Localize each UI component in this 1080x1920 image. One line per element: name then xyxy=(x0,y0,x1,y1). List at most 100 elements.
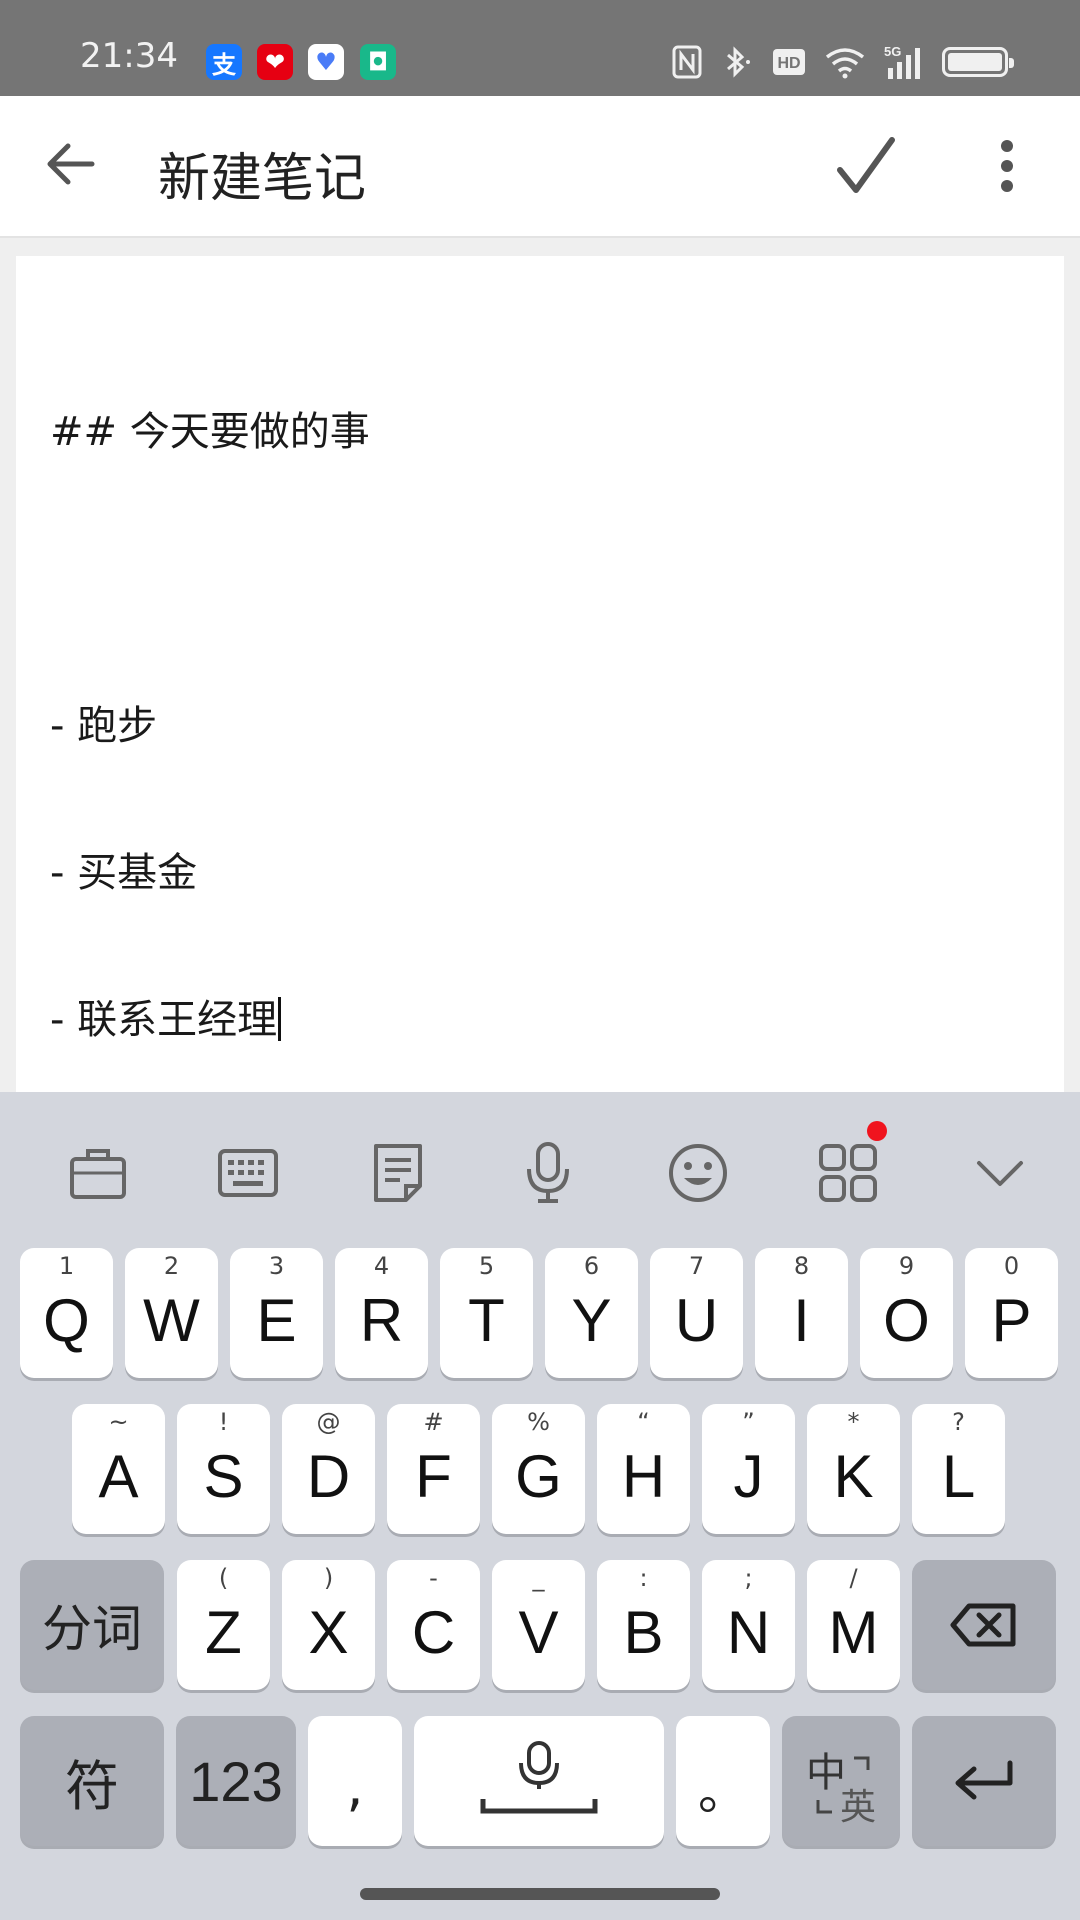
key-secondary-label: 6 xyxy=(583,1252,600,1280)
key-e[interactable]: 3E xyxy=(230,1248,323,1378)
key-h[interactable]: “H xyxy=(597,1404,690,1534)
numeric-key[interactable]: 123 xyxy=(176,1716,296,1846)
toolbox-button[interactable] xyxy=(61,1136,135,1210)
key-secondary-label: ) xyxy=(323,1564,334,1592)
key-k[interactable]: * K xyxy=(807,1404,900,1534)
backspace-icon xyxy=(950,1603,1016,1647)
page-title: 新建笔记 xyxy=(158,149,367,209)
key-i[interactable]: 8I xyxy=(755,1248,848,1378)
key-primary-label: X xyxy=(308,1598,349,1666)
key-f[interactable]: # F xyxy=(387,1404,480,1534)
symbol-key-label: 符 xyxy=(65,1754,119,1818)
key-primary-label: W xyxy=(143,1286,200,1354)
hide-keyboard-button[interactable] xyxy=(963,1136,1037,1210)
status-indicators: HD 5G xyxy=(672,40,1014,84)
key-secondary-label: @ xyxy=(316,1408,341,1436)
key-x[interactable]: ) X xyxy=(282,1560,375,1690)
note-editor[interactable]: ## 今天要做的事 - 跑步 - 买基金 - 联系王经理 xyxy=(16,256,1064,1092)
key-a[interactable]: ~ A xyxy=(72,1404,165,1534)
enter-key[interactable] xyxy=(912,1716,1056,1846)
more-options-button[interactable] xyxy=(985,136,1029,196)
key-primary-label: B xyxy=(623,1598,664,1666)
cellular-signal-icon: 5G xyxy=(884,44,924,80)
soft-keyboard: 1Q2W3E4R5T6Y7U8I9O0P ~ A! S @ D # F% G “H” J * K? L … xyxy=(0,1092,1080,1920)
key-primary-label: Z xyxy=(205,1598,242,1666)
key-primary-label: L xyxy=(941,1442,976,1510)
period-key[interactable]: 。 xyxy=(676,1716,770,1846)
key-b[interactable]: :B xyxy=(597,1560,690,1690)
segment-key[interactable]: 分词 xyxy=(20,1560,164,1690)
key-secondary-label: 9 xyxy=(898,1252,915,1280)
key-primary-label: F xyxy=(415,1442,452,1510)
clipboard-icon xyxy=(374,1144,422,1202)
key-u[interactable]: 7U xyxy=(650,1248,743,1378)
backspace-key[interactable] xyxy=(912,1560,1056,1690)
alipay-app-icon: 支 xyxy=(206,44,242,80)
apps-grid-icon xyxy=(819,1144,877,1202)
key-v[interactable]: _ V xyxy=(492,1560,585,1690)
key-secondary-label: 3 xyxy=(268,1252,285,1280)
language-secondary-label: 英 xyxy=(840,1787,877,1828)
save-button[interactable] xyxy=(826,126,906,206)
key-z[interactable]: (Z xyxy=(177,1560,270,1690)
symbol-key[interactable]: 符 xyxy=(20,1716,164,1846)
segment-key-label: 分词 xyxy=(42,1600,142,1658)
key-primary-label: E xyxy=(256,1286,297,1354)
note-line: - 联系王经理 xyxy=(50,997,278,1043)
apps-button[interactable] xyxy=(811,1136,885,1210)
key-p[interactable]: 0P xyxy=(965,1248,1058,1378)
key-primary-label: O xyxy=(883,1286,930,1354)
heart-app-icon: ❤ xyxy=(257,44,293,80)
key-primary-label: P xyxy=(991,1286,1032,1354)
emoji-icon xyxy=(669,1144,727,1202)
space-key[interactable] xyxy=(414,1716,664,1846)
status-time: 21:34 xyxy=(80,36,178,76)
keyboard-layout-button[interactable] xyxy=(211,1136,285,1210)
bluetooth-icon xyxy=(720,45,754,79)
mihome-app-icon: ◘ xyxy=(360,44,396,80)
emoji-button[interactable] xyxy=(661,1136,735,1210)
key-primary-label: M xyxy=(828,1598,879,1666)
key-n[interactable]: ; N xyxy=(702,1560,795,1690)
key-secondary-label: 0 xyxy=(1003,1252,1020,1280)
key-secondary-label: 2 xyxy=(163,1252,180,1280)
svg-text:5G: 5G xyxy=(884,44,901,59)
key-primary-label: S xyxy=(203,1442,244,1510)
key-secondary-label: ? xyxy=(952,1408,965,1436)
key-j[interactable]: ” J xyxy=(702,1404,795,1534)
key-g[interactable]: % G xyxy=(492,1404,585,1534)
key-secondary-label: - xyxy=(429,1564,438,1592)
key-secondary-label: “ xyxy=(637,1408,650,1436)
note-text[interactable]: ## 今天要做的事 - 跑步 - 买基金 - 联系王经理 xyxy=(50,310,370,1143)
key-d[interactable]: @ D xyxy=(282,1404,375,1534)
key-o[interactable]: 9O xyxy=(860,1248,953,1378)
key-secondary-label: ~ xyxy=(108,1408,129,1436)
back-arrow-icon xyxy=(47,143,95,185)
clipboard-button[interactable] xyxy=(361,1136,435,1210)
key-r[interactable]: 4R xyxy=(335,1248,428,1378)
nfc-icon xyxy=(672,45,702,79)
note-line: - 买基金 xyxy=(50,850,198,896)
key-l[interactable]: ? L xyxy=(912,1404,1005,1534)
key-w[interactable]: 2W xyxy=(125,1248,218,1378)
key-primary-label: N xyxy=(726,1598,771,1666)
key-c[interactable]: -C xyxy=(387,1560,480,1690)
home-indicator[interactable] xyxy=(360,1888,720,1900)
key-primary-label: C xyxy=(411,1598,456,1666)
text-cursor xyxy=(278,997,282,1041)
keyboard-icon xyxy=(218,1149,278,1197)
note-line xyxy=(50,555,370,604)
language-switch-key[interactable]: 中 英 xyxy=(782,1716,900,1846)
checkmark-icon xyxy=(837,137,895,193)
voice-input-button[interactable] xyxy=(511,1136,585,1210)
key-primary-label: U xyxy=(674,1286,719,1354)
status-bar: 21:34 支 ❤ ♥ ◘ HD 5G xyxy=(0,0,1080,96)
key-primary-label: A xyxy=(98,1442,139,1510)
key-t[interactable]: 5T xyxy=(440,1248,533,1378)
key-y[interactable]: 6Y xyxy=(545,1248,638,1378)
key-q[interactable]: 1Q xyxy=(20,1248,113,1378)
key-s[interactable]: ! S xyxy=(177,1404,270,1534)
back-button[interactable] xyxy=(38,132,102,196)
key-m[interactable]: / M xyxy=(807,1560,900,1690)
comma-key[interactable]: , xyxy=(308,1716,402,1846)
